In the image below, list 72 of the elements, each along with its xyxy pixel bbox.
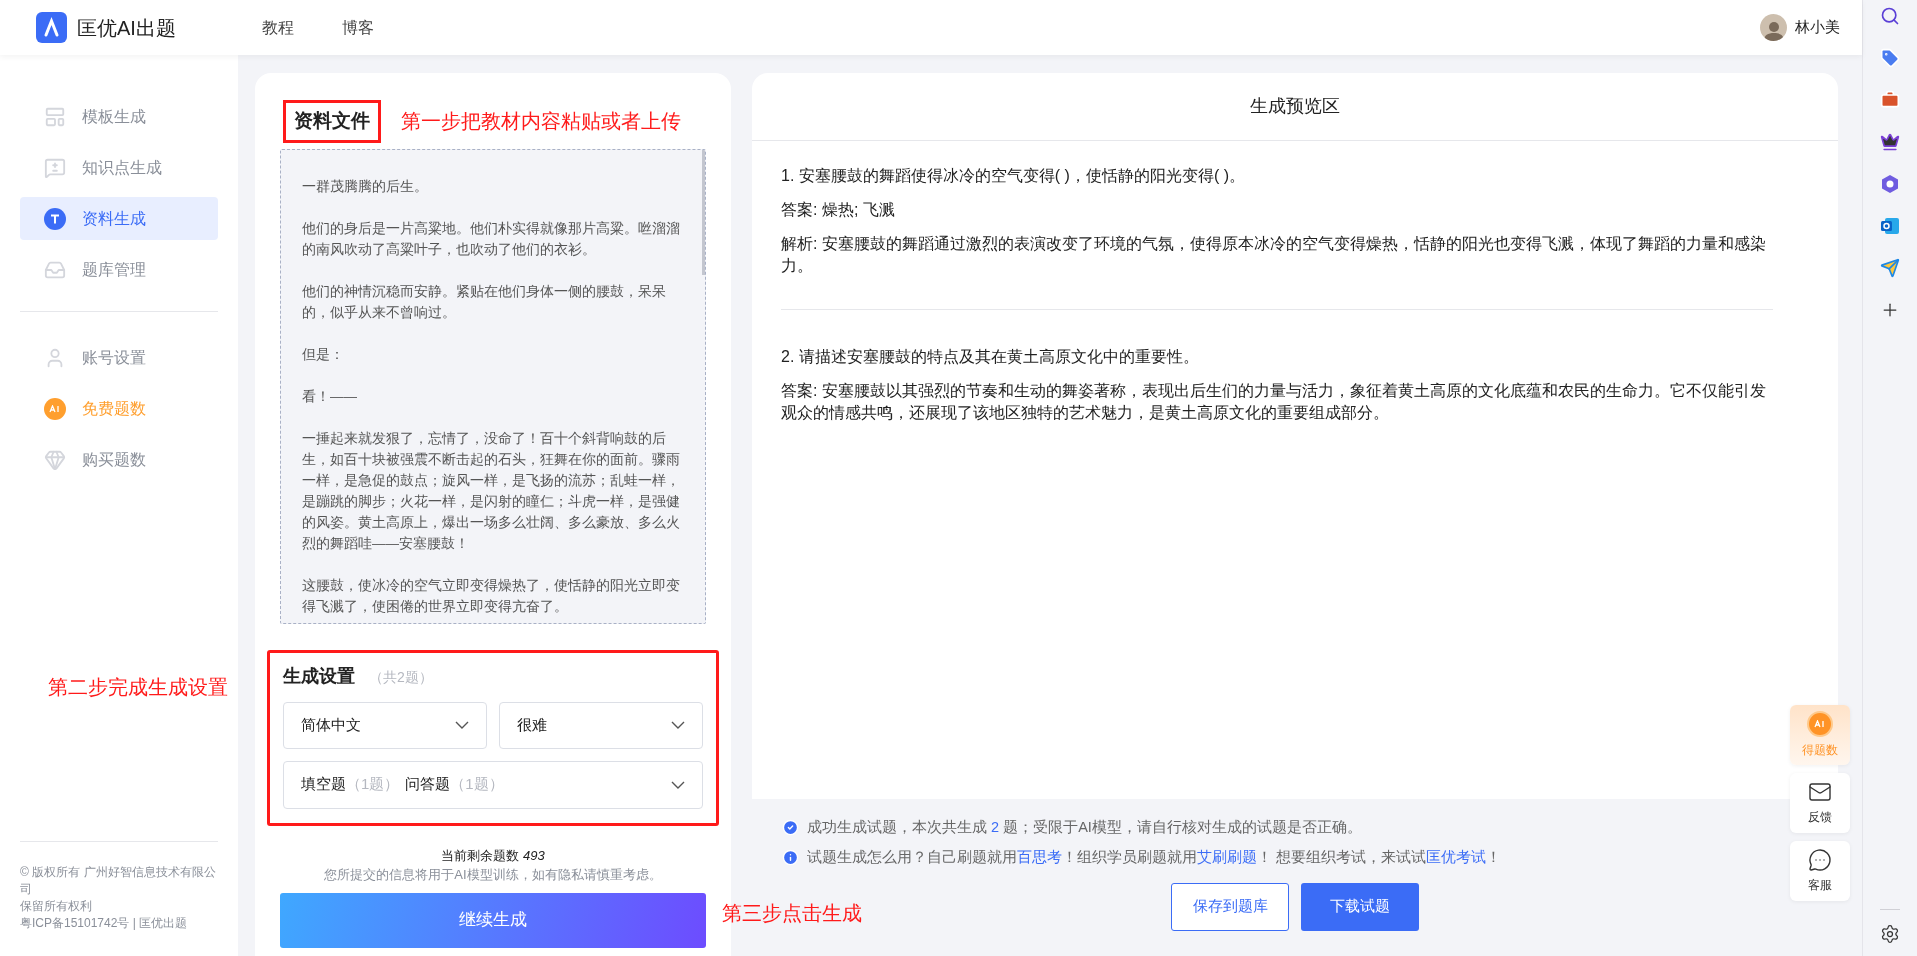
mail-icon [1808,780,1832,804]
answer-text: 答案: 燥热; 飞溅 [781,200,896,220]
analysis-text: 解析: 安塞腰鼓的舞蹈通过激烈的表演改变了环境的气氛，使得原本冰冷的空气变得燥热，恬静的阳光也变得飞溅，体现了舞蹈的力量和感染力。 [781,234,1767,276]
step-annotation: 第二步完成生成设置 [48,675,228,700]
step-annotation: 第一步把教材内容粘贴或者上传 [401,109,681,135]
remaining-count: 当前剩余题数 493 [441,846,545,865]
type-count: （1题） [346,774,400,795]
gem-icon [44,448,66,471]
step-annotation: 第三步点击生成 [722,901,862,926]
tag-icon[interactable] [1880,48,1900,68]
avatar[interactable] [1760,14,1787,41]
question-text: 1. 安塞腰鼓的舞蹈使得冰冷的空气变得( )，使恬静的阳光变得( )。 [781,166,1246,186]
type-name: 填空题 [301,774,346,795]
question-text: 2. 请描述安塞腰鼓的特点及其在黄土高原文化中的重要性。 [781,347,1200,367]
promo-link[interactable]: 百思考 [1017,848,1062,865]
footer-text: 粤ICP备15101742号 | 匡优出题 [20,915,189,932]
service-widget[interactable]: 客服 [1790,841,1850,901]
nav-link[interactable]: 博客 [342,15,374,40]
info-icon [782,849,799,867]
question-total: （共2题） [369,667,433,687]
footer-text: © 版权所有 广州好智信息技术有限公司 [20,864,217,898]
sidebar-item[interactable]: 账号设置 [20,336,218,379]
send-icon[interactable] [1880,258,1900,278]
promo-link[interactable]: 匡优考试 [1426,848,1487,865]
template-icon [44,105,66,128]
logo-text: 匡优AI出题 [77,15,176,41]
status-message: 试题生成怎么用？自己刷题就用百思考！组织学员刷题就用艾刷刷题！ 想要组织考试，来试试匡优考试！ [807,847,1502,867]
user-name: 林小美 [1795,17,1840,38]
check-icon [782,819,799,837]
material-paragraph: 这腰鼓，使冰冷的空气立即变得燥热了，使恬静的阳光立即变得飞溅了，使困倦的世界立即变得亢奋了。 [302,576,681,616]
mail-app-icon[interactable] [1880,216,1900,236]
material-paragraph: 一捶起来就发狠了，忘情了，没命了！百十个斜背响鼓的后生，如百十块被强震不断击起的石头，狂舞在你的面前。骤雨一样，是急促的鼓点；旋风一样，是飞扬的流苏；乱蛙一样，是蹦跳的脚步；火花一样，是闪射的瞳仁；斗虎一样，是强健的风姿。黄土高原上，爆出一场多么壮阔、多么豪放、多么火烈的舞蹈哇——安塞腰鼓！ [302,429,681,553]
ai-coin-icon [44,397,66,420]
settings-icon[interactable] [1880,924,1900,944]
preview-title: 生成预览区 [752,73,1838,141]
type-select-field[interactable]: 填空题（1题） 问答题（1题） [283,760,703,809]
download-button[interactable]: 下载试题 [1301,882,1419,931]
select-field[interactable]: 简体中文 [283,701,487,749]
answer-text: 答案: 安塞腰鼓以其强烈的节奏和生动的舞姿著称，表现出后生们的力量与活力，象征着黄土高原的文化底蕴和农民的生命力。它不仅能引发观众的情感共鸣，还展现了该地区独特的艺术魅力，是黄土高原文化的重要组成部分。 [781,381,1767,423]
sidebar-item[interactable]: 资料生成 [20,197,218,240]
material-textarea[interactable] [280,148,706,624]
chat-icon [1808,848,1832,872]
generate-button[interactable]: 继续生成 [280,892,706,948]
promo-link[interactable]: 艾刷刷题 [1197,848,1257,865]
scrollbar[interactable] [702,149,705,275]
sidebar-item[interactable]: 知识点生成 [20,146,218,189]
footer-text: 保留所有权利 [20,898,93,915]
chevron-down-icon [671,780,685,789]
ai-coin-icon [1807,711,1833,737]
nav-link[interactable]: 教程 [262,15,294,40]
type-count: （1题） [450,774,504,795]
toolbox-icon[interactable] [1880,90,1900,110]
material-paragraph: 他们的身后是一片高粱地。他们朴实得就像那片高粱。咝溜溜的南风吹动了高粱叶子，也吹动了他们的衣衫。 [302,219,681,259]
status-message: 成功生成试题，本次共生成 2 题；受限于AI模型，请自行核对生成的试题是否正确。 [807,818,1362,837]
material-title: 资料文件 [283,100,381,143]
save-button[interactable]: 保存到题库 [1171,882,1289,931]
chevron-down-icon [671,721,685,729]
material-paragraph: 他们的神情沉稳而安静。紧贴在他们身体一侧的腰鼓，呆呆的，似乎从来不曾响过。 [302,282,667,322]
material-paragraph: 看！—— [302,387,358,406]
select-field[interactable]: 很难 [499,701,703,749]
chevron-down-icon [455,721,469,729]
type-name: 问答题 [405,774,451,795]
sidebar-item[interactable]: 模板生成 [20,95,218,138]
material-paragraph: 一群茂腾腾的后生。 [302,177,429,196]
material-paragraph: 但是： [302,345,345,364]
sidebar-item[interactable]: 题库管理 [20,248,218,291]
logo-icon [36,12,67,43]
privacy-notice: 您所提交的信息将用于AI模型训练，如有隐私请慎重考虑。 [324,866,662,884]
search-icon[interactable] [1880,6,1900,26]
sidebar-item[interactable]: 购买题数 [20,438,218,481]
settings-title: 生成设置 [283,664,355,688]
feedback-widget[interactable]: 反馈 [1790,773,1850,833]
